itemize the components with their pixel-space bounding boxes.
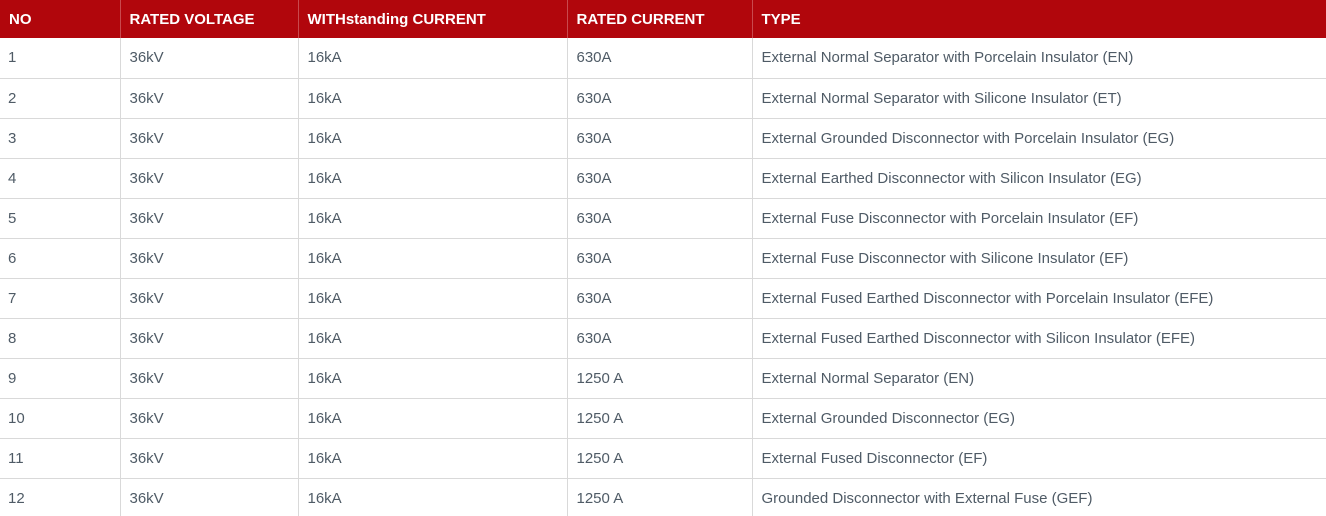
header-rated-current: RATED CURRENT <box>567 0 753 38</box>
table-row: 9 36kV 16kA 1250 A External Normal Separator… <box>0 358 1326 399</box>
cell-withstanding-current: 16kA <box>298 78 568 119</box>
cell-type: External Fused Earthed Disconnector with… <box>752 278 1326 319</box>
cell-rated-voltage: 36kV <box>120 198 299 239</box>
cell-no: 7 <box>0 278 121 319</box>
cell-type: External Fused Disconnector (EF) <box>752 438 1326 479</box>
table-row: 6 36kV 16kA 630A External Fuse Disconnector … <box>0 238 1326 279</box>
cell-no: 4 <box>0 158 121 199</box>
header-type: TYPE <box>761 10 801 28</box>
table-row: 5 36kV 16kA 630A External Fuse Disconnector … <box>0 198 1326 239</box>
cell-type: External Normal Separator with Silicone … <box>752 78 1326 119</box>
cell-rated-current: 1250 A <box>567 478 753 516</box>
cell-no: 8 <box>0 318 121 359</box>
header-row: NO RATED VOLTAGE WITHstanding CURRENT RA… <box>0 0 1326 38</box>
table-row: 11 36kV 16kA 1250 A External Fused Disconnec… <box>0 438 1326 479</box>
table-body: 1 36kV 16kA 630A External Normal Separator w… <box>0 38 1326 516</box>
header-no: NO <box>0 0 121 38</box>
cell-withstanding-current: 16kA <box>298 158 568 199</box>
table-row: 1 36kV 16kA 630A External Normal Separator w… <box>0 38 1326 79</box>
cell-withstanding-current: 16kA <box>298 318 568 359</box>
cell-withstanding-current: 16kA <box>298 278 568 319</box>
spec-table: NO RATED VOLTAGE WITHstanding CURRENT RA… <box>0 0 1326 516</box>
cell-rated-current: 1250 A <box>567 358 753 399</box>
cell-rated-current: 630A <box>567 318 753 359</box>
cell-type: External Grounded Disconnector (EG) <box>752 398 1326 439</box>
header-withstanding-current: WITHstanding CURRENT <box>298 0 568 38</box>
cell-rated-voltage: 36kV <box>120 398 299 439</box>
cell-withstanding-current: 16kA <box>298 438 568 479</box>
header-rated-voltage: RATED VOLTAGE <box>120 0 299 38</box>
cell-rated-current: 1250 A <box>567 438 753 479</box>
cell-withstanding-current: 16kA <box>298 118 568 159</box>
table-row: 4 36kV 16kA 630A External Earthed Disconnect… <box>0 158 1326 199</box>
cell-rated-voltage: 36kV <box>120 78 299 119</box>
cell-rated-voltage: 36kV <box>120 158 299 199</box>
cell-rated-voltage: 36kV <box>120 318 299 359</box>
cell-rated-current: 630A <box>567 238 753 279</box>
table-row: 3 36kV 16kA 630A External Grounded Disconnec… <box>0 118 1326 159</box>
table-row: 12 36kV 16kA 1250 A Grounded Disconnector wi… <box>0 478 1326 516</box>
table-row: 7 36kV 16kA 630A External Fused Earthed Disc… <box>0 278 1326 319</box>
cell-type: External Earthed Disconnector with Silic… <box>752 158 1326 199</box>
cell-type: External Normal Separator with Porcelain… <box>752 38 1326 79</box>
cell-withstanding-current: 16kA <box>298 358 568 399</box>
cell-rated-current: 630A <box>567 278 753 319</box>
cell-rated-voltage: 36kV <box>120 238 299 279</box>
cell-rated-voltage: 36kV <box>120 358 299 399</box>
cell-rated-voltage: 36kV <box>120 38 299 79</box>
cell-rated-current: 1250 A <box>567 398 753 439</box>
cell-no: 2 <box>0 78 121 119</box>
cell-type: External Fuse Disconnector with Porcelai… <box>752 198 1326 239</box>
cell-type: External Grounded Disconnector with Porc… <box>752 118 1326 159</box>
cell-no: 10 <box>0 398 121 439</box>
cell-rated-voltage: 36kV <box>120 478 299 516</box>
cell-rated-voltage: 36kV <box>120 118 299 159</box>
cell-withstanding-current: 16kA <box>298 478 568 516</box>
cell-no: 3 <box>0 118 121 159</box>
cell-withstanding-current: 16kA <box>298 238 568 279</box>
cell-no: 5 <box>0 198 121 239</box>
cell-rated-current: 630A <box>567 198 753 239</box>
cell-withstanding-current: 16kA <box>298 198 568 239</box>
cell-type: External Fused Earthed Disconnector with… <box>752 318 1326 359</box>
cell-no: 11 <box>0 438 121 479</box>
cell-withstanding-current: 16kA <box>298 38 568 79</box>
cell-type: External Fuse Disconnector with Silicone… <box>752 238 1326 279</box>
cell-withstanding-current: 16kA <box>298 398 568 439</box>
cell-rated-current: 630A <box>567 38 753 79</box>
cell-no: 1 <box>0 38 121 79</box>
cell-no: 12 <box>0 478 121 516</box>
table-row: 8 36kV 16kA 630A External Fused Earthed Disc… <box>0 318 1326 359</box>
cell-rated-voltage: 36kV <box>120 438 299 479</box>
cell-no: 6 <box>0 238 121 279</box>
cell-type: Grounded Disconnector with External Fuse… <box>752 478 1326 516</box>
cell-rated-current: 630A <box>567 78 753 119</box>
spec-table-container: NO RATED VOLTAGE WITHstanding CURRENT RA… <box>0 0 1326 516</box>
table-row: 10 36kV 16kA 1250 A External Grounded Discon… <box>0 398 1326 439</box>
cell-type: External Normal Separator (EN) <box>752 358 1326 399</box>
cell-no: 9 <box>0 358 121 399</box>
table-row: 2 36kV 16kA 630A External Normal Separator w… <box>0 78 1326 119</box>
cell-rated-voltage: 36kV <box>120 278 299 319</box>
cell-rated-current: 630A <box>567 118 753 159</box>
cell-rated-current: 630A <box>567 158 753 199</box>
table-header: NO RATED VOLTAGE WITHstanding CURRENT RA… <box>0 0 1326 38</box>
